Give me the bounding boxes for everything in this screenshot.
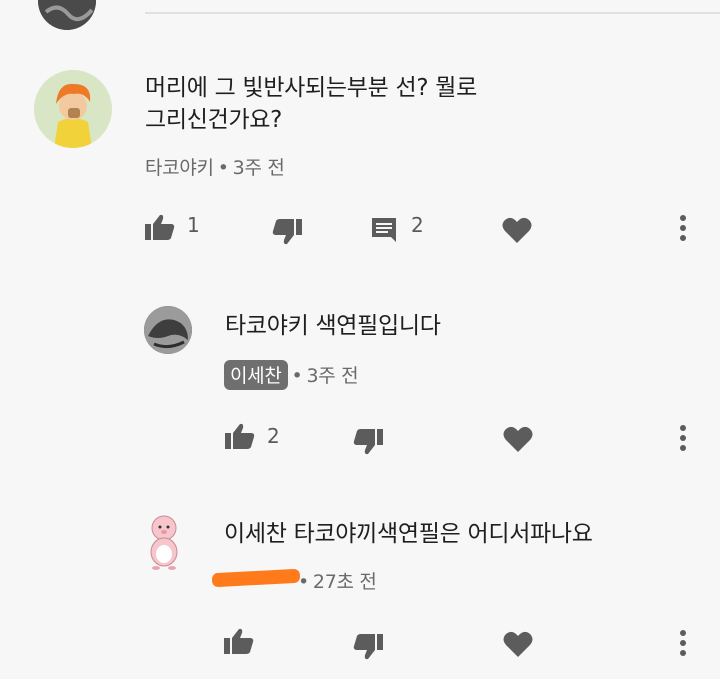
thumbs-up-icon[interactable]	[224, 627, 254, 655]
like-count: 1	[187, 213, 200, 237]
thumbs-up-icon[interactable]	[145, 213, 175, 241]
reply-count: 2	[411, 213, 424, 237]
comment-text: 머리에 그 빛반사되는부분 선? 뭘로 그리신건가요?	[145, 72, 477, 136]
meta-separator: •	[291, 365, 303, 387]
comment-meta: 타코야키 • 3주 전	[145, 153, 285, 180]
reply-icon[interactable]	[370, 216, 398, 244]
comment-time: 3주 전	[306, 365, 359, 387]
thumbs-up-icon[interactable]	[225, 422, 255, 450]
avatar[interactable]	[144, 306, 192, 354]
thumbs-down-icon[interactable]	[353, 428, 383, 456]
more-options-icon[interactable]	[679, 424, 687, 452]
divider	[145, 12, 720, 14]
author-chip[interactable]: 이세찬	[224, 360, 288, 390]
comment-line: 그리신건가요?	[145, 107, 283, 133]
avatar[interactable]	[34, 70, 112, 148]
comment-time: 3주 전	[232, 157, 285, 179]
comment-line: 머리에 그 빛반사되는부분 선? 뭘로	[145, 75, 477, 101]
avatar[interactable]	[142, 512, 186, 570]
meta-separator: •	[298, 571, 309, 593]
thumbs-down-icon[interactable]	[272, 218, 302, 246]
comment-meta: • 27초 전	[294, 567, 377, 594]
comment-meta: 이세찬 • 3주 전	[224, 360, 359, 390]
avatar[interactable]	[38, 0, 96, 30]
meta-separator: •	[217, 157, 229, 179]
heart-icon[interactable]	[503, 630, 533, 658]
comment-author[interactable]: 타코야키	[145, 157, 214, 179]
heart-icon[interactable]	[502, 216, 532, 244]
more-options-icon[interactable]	[679, 629, 687, 657]
like-count: 2	[267, 424, 280, 448]
comment-text: 타코야키 색연필입니다	[225, 313, 441, 339]
comment-time: 27초 전	[312, 571, 377, 593]
heart-icon[interactable]	[503, 425, 533, 453]
thumbs-down-icon[interactable]	[353, 633, 383, 661]
redaction-mark	[211, 568, 301, 588]
comment-text: 이세찬 타코야끼색연필은 어디서파나요	[224, 521, 593, 547]
more-options-icon[interactable]	[679, 214, 687, 242]
